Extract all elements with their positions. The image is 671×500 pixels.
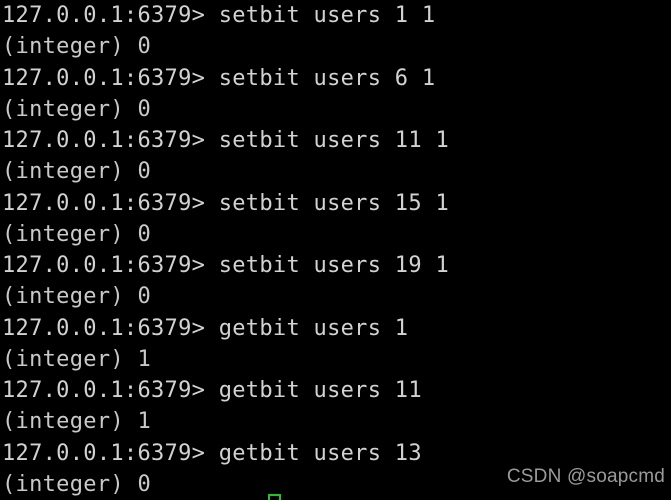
terminal-command-line: 127.0.0.1:6379> getbit users 11 (2, 378, 422, 403)
terminal-command-line: 127.0.0.1:6379> getbit users 13 (2, 440, 422, 466)
terminal-cursor (268, 494, 281, 500)
terminal-command-line: 127.0.0.1:6379> setbit users 15 1 (2, 190, 449, 216)
terminal-result-line: (integer) 0 (2, 221, 151, 247)
terminal-command-line: 127.0.0.1:6379> getbit users 1 (2, 315, 409, 341)
terminal-command-line: 127.0.0.1:6379> setbit users 19 1 (2, 253, 449, 278)
terminal-result-line: (integer) 0 (2, 34, 151, 60)
terminal-command-line: 127.0.0.1:6379> setbit users 11 1 (2, 128, 449, 153)
terminal-output: 127.0.0.1:6379> setbit users 1 1 (integer… (0, 0, 671, 500)
terminal-result-line: (integer) 1 (2, 346, 151, 372)
terminal-result-line: (integer) 0 (2, 96, 151, 122)
watermark-label: CSDN @soapcmd (506, 466, 665, 487)
terminal-command-line: 127.0.0.1:6379> setbit users 1 1 (2, 3, 436, 28)
terminal-command-line: 127.0.0.1:6379> setbit users 6 1 (2, 65, 436, 91)
terminal-result-line: (integer) 1 (2, 409, 151, 435)
terminal-window[interactable]: 127.0.0.1:6379> setbit users 1 1 (integer… (0, 0, 671, 500)
terminal-result-line: (integer) 0 (2, 284, 151, 310)
terminal-result-line: (integer) 0 (2, 159, 151, 185)
